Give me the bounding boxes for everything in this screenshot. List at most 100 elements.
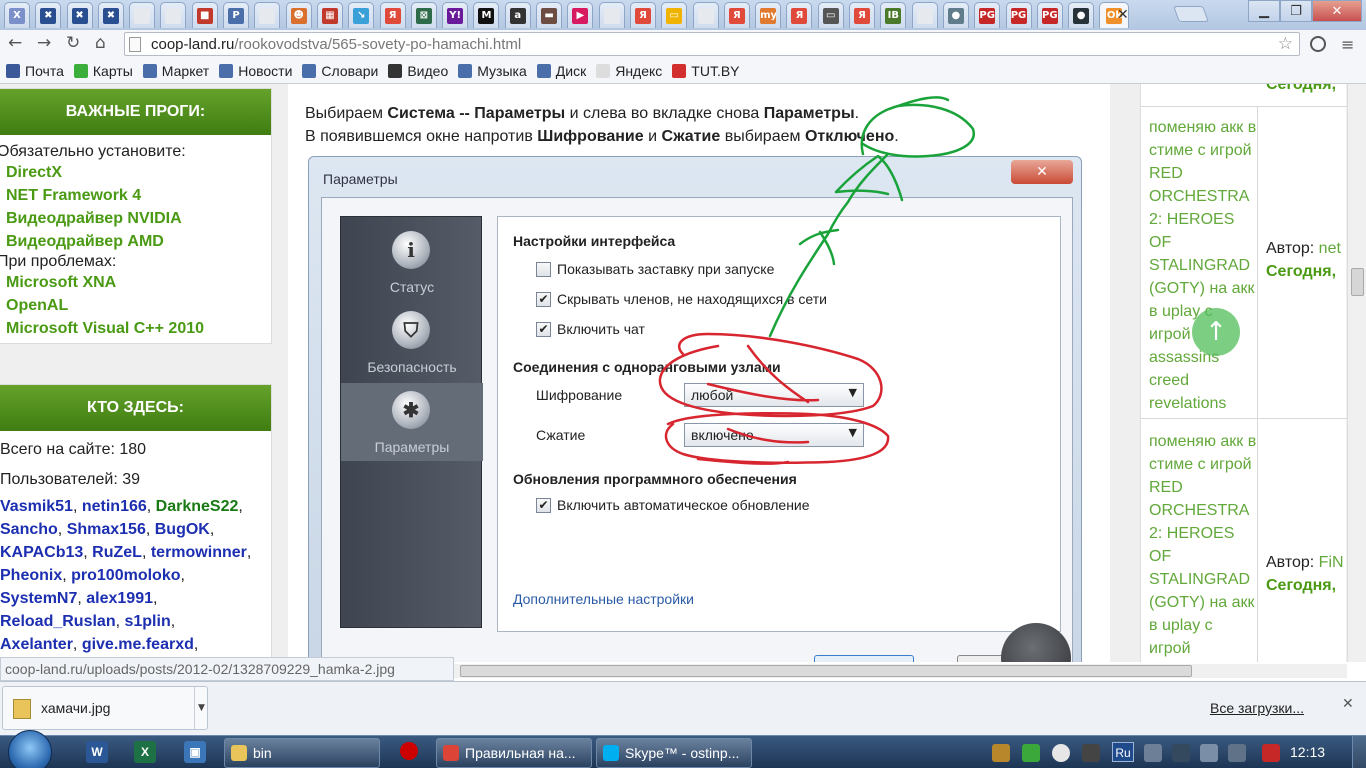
browser-tab[interactable]: P — [223, 2, 250, 28]
user-link[interactable]: Axelanter — [0, 636, 73, 653]
bookmark-item[interactable]: Яндекс — [596, 63, 662, 79]
comment-message[interactable]: поменяю акк в стиме с игрой RED ORCHESTR… — [1149, 116, 1257, 415]
menu-icon[interactable]: ≡ — [1341, 35, 1354, 54]
browser-tab[interactable]: ☻ — [285, 2, 312, 28]
start-button[interactable] — [8, 730, 52, 768]
close-tab-icon[interactable]: ✕ — [1117, 7, 1129, 23]
home-icon[interactable]: ⌂ — [95, 33, 106, 53]
taskbar-task[interactable]: bin — [224, 738, 380, 768]
browser-tab[interactable]: ■ — [191, 2, 218, 28]
browser-tab[interactable]: ▶ — [567, 2, 594, 28]
browser-tab[interactable] — [598, 2, 625, 28]
excel-icon[interactable]: X — [134, 741, 156, 763]
network-icon[interactable] — [1172, 744, 1190, 762]
user-link[interactable]: KAPACb13 — [0, 544, 83, 561]
browser-tab[interactable]: Y! — [442, 2, 469, 28]
user-link[interactable]: Reload_Ruslan — [0, 613, 116, 630]
browser-tab[interactable]: ✖ — [66, 2, 93, 28]
url-text[interactable]: coop-land.ru/rookovodstva/565-sovety-po-… — [151, 36, 521, 53]
monitor-icon[interactable] — [1144, 744, 1162, 762]
user-link[interactable]: Shmax156 — [67, 521, 146, 538]
comment-message[interactable]: поменяю акк в стиме с игрой RED ORCHESTR… — [1149, 430, 1257, 660]
extension-icon[interactable] — [1310, 36, 1326, 52]
user-link[interactable]: termowinner — [151, 544, 247, 561]
bookmark-item[interactable]: Карты — [73, 63, 133, 79]
taskbar-task[interactable]: Skype™ - ostinp... — [596, 738, 752, 768]
browser-tab[interactable] — [129, 2, 156, 28]
bookmark-item[interactable]: Новости — [219, 63, 292, 79]
user-link[interactable]: pro100moloko — [71, 567, 180, 584]
horizontal-scrollbar[interactable] — [454, 664, 1347, 678]
download-item[interactable]: хамачи.jpg ▼ — [2, 686, 208, 730]
browser-tab[interactable]: Я — [629, 2, 656, 28]
browser-tab[interactable] — [692, 2, 719, 28]
download-menu-icon[interactable]: ▼ — [194, 687, 208, 729]
program-link[interactable]: Microsoft XNA — [6, 271, 271, 294]
browser-tab[interactable]: ▭ — [817, 2, 844, 28]
tray-app-icon[interactable] — [1022, 744, 1040, 762]
browser-tab[interactable]: Я — [379, 2, 406, 28]
tray-app-icon[interactable] — [1082, 744, 1100, 762]
minimize-button[interactable]: ▁ — [1248, 0, 1280, 22]
browser-tab[interactable]: IB — [880, 2, 907, 28]
vertical-scroll-thumb[interactable] — [1351, 268, 1364, 296]
scroll-to-top-button[interactable]: ↑ — [1192, 308, 1240, 356]
bookmark-item[interactable]: Видео — [388, 63, 448, 79]
user-link[interactable]: BugOK — [155, 521, 210, 538]
forward-icon[interactable]: → — [37, 33, 51, 53]
user-link[interactable]: Sancho — [0, 521, 58, 538]
browser-tab[interactable]: ↘ — [348, 2, 375, 28]
browser-tab[interactable]: ✖ — [97, 2, 124, 28]
user-link[interactable]: RuZeL — [92, 544, 142, 561]
browser-tab[interactable]: ▬ — [536, 2, 563, 28]
bookmark-item[interactable]: TUT.BY — [672, 63, 740, 79]
program-link[interactable]: Видеодрайвер AMD — [6, 230, 271, 253]
bookmark-item[interactable]: Маркет — [142, 63, 209, 79]
browser-tab[interactable]: a — [504, 2, 531, 28]
program-link[interactable]: DirectX — [6, 161, 271, 184]
bookmark-item[interactable]: Словари — [302, 63, 378, 79]
taskbar-task[interactable]: Правильная на... — [436, 738, 592, 768]
user-link[interactable]: SystemN7 — [0, 590, 77, 607]
bookmark-star-icon[interactable]: ☆ — [1278, 34, 1293, 54]
vertical-scrollbar[interactable] — [1347, 84, 1366, 662]
browser-tab[interactable]: ▭ — [661, 2, 688, 28]
browser-tab[interactable]: ● — [942, 2, 969, 28]
browser-tab[interactable]: PG — [1005, 2, 1032, 28]
browser-tab[interactable]: ▦ — [316, 2, 343, 28]
reload-icon[interactable]: ↻ — [66, 33, 80, 53]
user-link[interactable]: alex1991 — [86, 590, 153, 607]
opera-icon[interactable] — [400, 742, 418, 760]
display-icon[interactable] — [1228, 744, 1246, 762]
tray-app-icon[interactable] — [1052, 744, 1070, 762]
program-link[interactable]: OpenAL — [6, 294, 271, 317]
network-app-icon[interactable]: ▣ — [184, 741, 206, 763]
browser-tab[interactable] — [254, 2, 281, 28]
action-center-icon[interactable] — [1262, 744, 1280, 762]
program-link[interactable]: NET Framework 4 — [6, 184, 271, 207]
word-icon[interactable]: W — [86, 741, 108, 763]
author-nick[interactable]: FiN — [1319, 554, 1344, 571]
bookmark-item[interactable]: Диск — [536, 63, 586, 79]
bookmark-item[interactable]: Почта — [6, 63, 64, 79]
show-desktop-button[interactable] — [1352, 736, 1366, 768]
horizontal-scroll-thumb[interactable] — [460, 665, 1192, 677]
browser-tab[interactable]: ⊠ — [410, 2, 437, 28]
back-icon[interactable]: ← — [8, 33, 22, 53]
volume-icon[interactable] — [1200, 744, 1218, 762]
browser-tab[interactable]: my — [755, 2, 782, 28]
user-link[interactable]: DarkneS22 — [156, 498, 239, 515]
browser-tab[interactable]: X — [4, 2, 30, 28]
author-nick[interactable]: net — [1319, 240, 1341, 257]
user-link[interactable]: netin166 — [82, 498, 147, 515]
browser-tab[interactable]: Я — [786, 2, 813, 28]
browser-tab[interactable]: M — [473, 2, 500, 28]
program-link[interactable]: Видеодрайвер NVIDIA — [6, 207, 271, 230]
browser-tab[interactable]: Я — [849, 2, 876, 28]
all-downloads-link[interactable]: Все загрузки... — [1210, 700, 1304, 716]
user-link[interactable]: Pheonix — [0, 567, 62, 584]
close-shelf-icon[interactable]: ✕ — [1342, 696, 1354, 712]
browser-tab[interactable]: ✖ — [35, 2, 62, 28]
tray-app-icon[interactable] — [992, 744, 1010, 762]
user-link[interactable]: Vasmik51 — [0, 498, 73, 515]
